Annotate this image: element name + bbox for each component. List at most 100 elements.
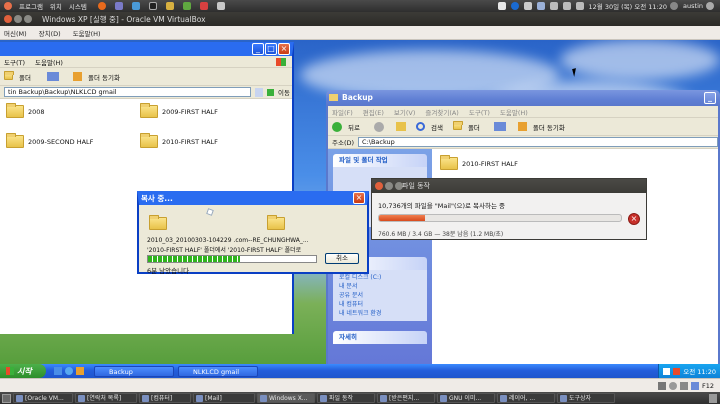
minimize-icon[interactable]	[385, 182, 393, 190]
place-link-local-disk[interactable]: 로컬 디스크 (C:)	[339, 273, 421, 282]
minimize-button[interactable]: _	[252, 43, 264, 55]
menu-machine[interactable]: 머신(M)	[4, 28, 27, 38]
app-launcher-icon[interactable]	[199, 2, 208, 10]
mail-icon[interactable]	[575, 2, 584, 10]
hdd-status-icon[interactable]	[657, 381, 666, 390]
window-list-item[interactable]: [Oracle VM...	[13, 393, 73, 403]
window-list-item[interactable]: 레이어, ...	[497, 393, 555, 403]
go-arrow-icon[interactable]	[267, 88, 275, 96]
taskbar-item-backup[interactable]: Backup	[94, 365, 174, 377]
menu-help[interactable]: 도움말(H)	[35, 57, 63, 67]
window-list-item[interactable]: GNU 이미...	[437, 393, 495, 403]
close-icon[interactable]	[375, 182, 383, 190]
trash-icon[interactable]	[709, 393, 717, 403]
menu-devices[interactable]: 장치(D)	[39, 28, 61, 38]
views-icon[interactable]	[493, 122, 506, 131]
ubuntu-logo-icon[interactable]	[4, 2, 12, 10]
folder-item[interactable]: 2009-SECOND HALF	[6, 133, 93, 148]
search-button[interactable]: 검색	[431, 122, 443, 132]
place-link-my-computer[interactable]: 내 컴퓨터	[339, 300, 421, 309]
folders-button[interactable]: 폴더	[19, 72, 31, 82]
window-list-item[interactable]: 도구상자	[557, 393, 615, 403]
file-tasks-header[interactable]: 파일 및 폴더 작업	[333, 154, 427, 167]
menu-places[interactable]: 위치	[50, 1, 62, 11]
network-status-icon[interactable]	[690, 381, 699, 390]
tray-icon[interactable]	[663, 367, 671, 375]
ie-icon[interactable]	[65, 367, 73, 375]
menu-edit[interactable]: 편집(E)	[363, 107, 384, 117]
menu-tools[interactable]: 도구(T)	[4, 57, 25, 67]
address-dropdown-icon[interactable]	[255, 87, 264, 97]
folders-button[interactable]: 폴더	[468, 122, 480, 132]
address-input[interactable]: tin Backup\Backup\NLKLCD gmail	[4, 87, 252, 97]
bluetooth-icon[interactable]	[536, 2, 545, 10]
show-desktop-icon[interactable]	[2, 393, 11, 403]
views-icon[interactable]	[46, 72, 59, 81]
tray-clock[interactable]: 오전 11:20	[683, 366, 716, 376]
app-launcher-icon[interactable]	[165, 2, 174, 10]
menu-tools[interactable]: 도구(T)	[469, 107, 490, 117]
forward-icon[interactable]	[373, 121, 384, 132]
folder-item[interactable]: 2010-FIRST HALF	[440, 155, 518, 170]
clock[interactable]: 12월 30일 (목) 오전 11:20	[589, 1, 668, 11]
usb-status-icon[interactable]	[679, 381, 688, 390]
firefox-launcher-icon[interactable]	[97, 2, 106, 10]
back-button[interactable]: 뒤로	[348, 122, 360, 132]
battery-icon[interactable]	[549, 2, 558, 10]
app-launcher-icon[interactable]	[131, 2, 140, 10]
maximize-button[interactable]: □	[265, 43, 277, 55]
menu-system[interactable]: 시스템	[69, 1, 87, 11]
cancel-button[interactable]: 취소	[325, 253, 359, 264]
window-list-item[interactable]: [받은편지...	[377, 393, 435, 403]
hp-tray-icon[interactable]	[510, 2, 519, 10]
power-icon[interactable]	[706, 2, 714, 10]
close-button[interactable]: ×	[353, 192, 365, 204]
minimize-button[interactable]: _	[704, 92, 716, 104]
window-list-item[interactable]: Windows X...	[257, 393, 315, 403]
up-folder-icon[interactable]	[395, 122, 406, 131]
address-input[interactable]: C:\Backup	[358, 137, 718, 147]
app-launcher-icon[interactable]	[182, 2, 191, 10]
backup-window-titlebar[interactable]: Backup _	[326, 90, 720, 106]
menu-help[interactable]: 도움말(H)	[73, 28, 101, 38]
media-icon[interactable]	[76, 367, 84, 375]
window-list-item[interactable]: [컴퓨터]	[139, 393, 191, 403]
start-button[interactable]: 시작	[0, 364, 46, 378]
sync-button[interactable]: 폴더 동기화	[88, 72, 120, 82]
back-icon[interactable]	[332, 121, 342, 132]
gmail-tray-icon[interactable]	[497, 2, 506, 10]
menu-applications[interactable]: 프로그램	[19, 1, 43, 11]
tray-icon[interactable]	[673, 367, 681, 375]
maximize-icon[interactable]	[24, 15, 32, 23]
show-desktop-icon[interactable]	[54, 367, 62, 375]
cancel-operation-button[interactable]: ×	[628, 213, 640, 225]
minimize-icon[interactable]	[14, 15, 22, 23]
app-launcher-icon[interactable]	[216, 2, 225, 10]
window-list-item[interactable]: [Mail]	[193, 393, 255, 403]
go-button[interactable]: 이동	[278, 87, 292, 97]
menu-favorites[interactable]: 즐겨찾기(A)	[425, 107, 458, 117]
place-link-shared-documents[interactable]: 공유 문서	[339, 291, 421, 300]
terminal-launcher-icon[interactable]	[148, 2, 157, 10]
menu-file[interactable]: 파일(F)	[332, 107, 353, 117]
place-link-network[interactable]: 내 네트워크 환경	[339, 309, 421, 318]
close-button[interactable]: ×	[278, 43, 290, 55]
cd-status-icon[interactable]	[668, 381, 677, 390]
folder-item[interactable]: 2008	[6, 103, 45, 118]
details-header[interactable]: 자세히	[333, 331, 427, 344]
menu-view[interactable]: 보기(V)	[394, 107, 415, 117]
file-operation-titlebar[interactable]: 파일 동작	[372, 179, 646, 193]
volume-icon[interactable]	[562, 2, 571, 10]
taskbar-item-gmail[interactable]: NLKLCD gmail	[178, 365, 258, 377]
username[interactable]: austin	[683, 2, 703, 10]
folder-item[interactable]: 2010-FIRST HALF	[140, 133, 218, 148]
window-list-item[interactable]: [연락처 목록]	[75, 393, 137, 403]
wifi-icon[interactable]	[523, 2, 532, 10]
place-link-my-documents[interactable]: 내 문서	[339, 282, 421, 291]
folder-item[interactable]: 2009-FIRST HALF	[140, 103, 218, 118]
close-icon[interactable]	[4, 15, 12, 23]
menu-help[interactable]: 도움말(H)	[500, 107, 528, 117]
app-launcher-icon[interactable]	[114, 2, 123, 10]
window-list-item[interactable]: 파일 동작	[317, 393, 375, 403]
virtualbox-titlebar[interactable]: Windows XP [실행 중] - Oracle VM VirtualBox	[0, 12, 720, 26]
